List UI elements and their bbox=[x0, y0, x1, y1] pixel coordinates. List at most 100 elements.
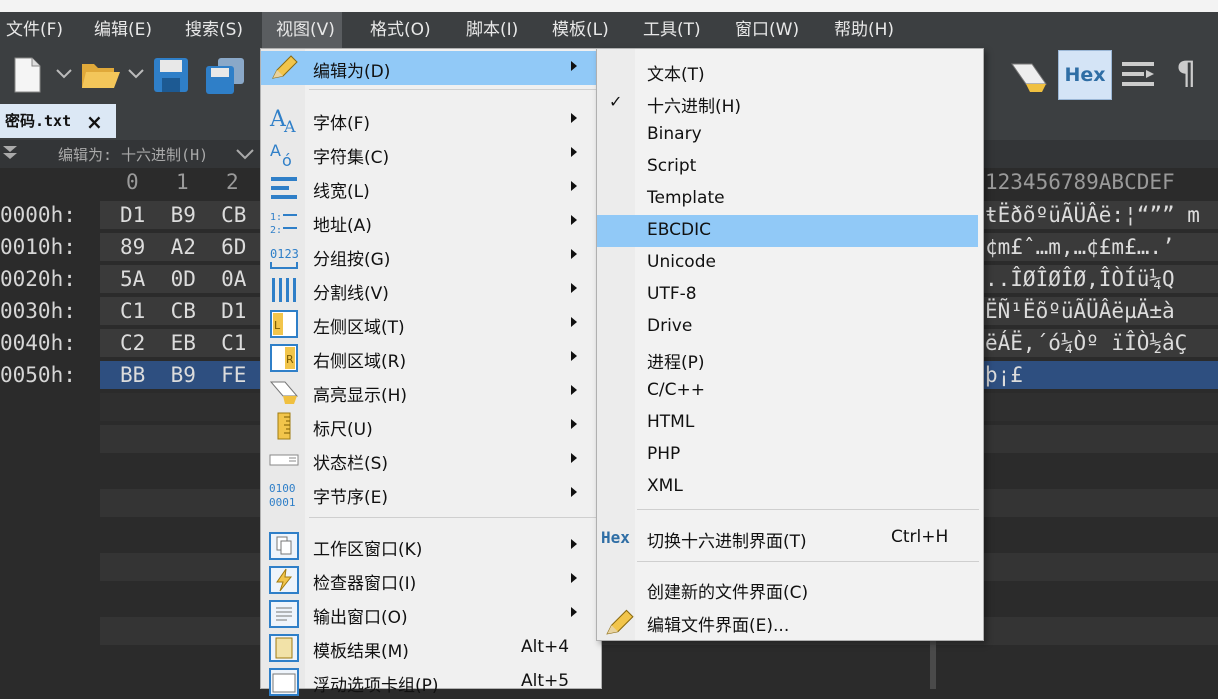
collapse-icon[interactable] bbox=[2, 144, 18, 162]
file-tab[interactable]: 密码.txt × bbox=[0, 104, 116, 138]
menu-item-label: 高亮显示(H) bbox=[313, 386, 408, 406]
view-menu-workspace[interactable]: 工作区窗口(K) bbox=[261, 529, 601, 563]
edit-as-ebcdic[interactable]: EBCDIC bbox=[597, 215, 978, 247]
toggle-hex-view[interactable]: Hex 切换十六进制界面(T) Ctrl+H bbox=[597, 522, 983, 554]
edit-as-utf8[interactable]: UTF-8 bbox=[597, 279, 983, 311]
pencil-icon bbox=[606, 609, 634, 635]
svg-text:ó: ó bbox=[282, 151, 292, 168]
menu-item-label: PHP bbox=[647, 444, 681, 464]
view-menu-charset[interactable]: Aó 字符集(C) bbox=[261, 137, 601, 171]
window-top-strip bbox=[0, 0, 1218, 12]
line-width-icon bbox=[271, 177, 297, 199]
view-menu-right-area[interactable]: R 右侧区域(R) bbox=[261, 341, 601, 375]
edit-as-unicode[interactable]: Unicode bbox=[597, 247, 983, 279]
save-all-icon[interactable] bbox=[204, 56, 246, 94]
submenu-arrow-icon bbox=[571, 249, 577, 259]
column-header: 1 bbox=[176, 170, 189, 194]
menu-item-label: 左侧区域(T) bbox=[313, 318, 405, 338]
close-icon[interactable]: × bbox=[86, 110, 103, 134]
view-menu-statusbar[interactable]: 状态栏(S) bbox=[261, 443, 601, 477]
view-menu-inspector[interactable]: 检查器窗口(I) bbox=[261, 563, 601, 597]
row-address: 0040h: bbox=[0, 331, 76, 355]
row-bytes[interactable]: C2 EB C1 bbox=[120, 331, 246, 355]
floating-tab-icon bbox=[269, 668, 299, 696]
edit-as-php[interactable]: PHP bbox=[597, 439, 983, 471]
highlight-icon[interactable] bbox=[1008, 58, 1050, 94]
menu-window[interactable]: 窗口(W) bbox=[729, 12, 805, 48]
row-bytes[interactable]: 5A 0D 0A bbox=[120, 267, 246, 291]
menu-tools[interactable]: 工具(T) bbox=[637, 12, 707, 48]
edit-as-script[interactable]: Script bbox=[597, 151, 983, 183]
row-ascii[interactable]: ËÑ¹ËõºüÃÜÂëµÄ±à bbox=[985, 299, 1175, 323]
row-ascii[interactable]: ŧËðõºüÃÜÂë:¦“”” m bbox=[985, 203, 1200, 227]
view-menu-highlight[interactable]: 高亮显示(H) bbox=[261, 375, 601, 409]
edit-as-drive[interactable]: Drive bbox=[597, 311, 983, 343]
view-menu-output[interactable]: 输出窗口(O) bbox=[261, 597, 601, 631]
right-area-icon: R bbox=[270, 344, 298, 372]
chevron-down-icon[interactable] bbox=[236, 148, 254, 160]
hex-toggle-button[interactable]: Hex bbox=[1058, 50, 1112, 100]
menu-item-label: 切换十六进制界面(T) bbox=[647, 532, 807, 552]
view-menu-group[interactable]: 0123 分组按(G) bbox=[261, 239, 601, 273]
view-menu-floating-tab[interactable]: 浮动选项卡组(P) Alt+5 bbox=[261, 665, 601, 699]
new-file-icon[interactable] bbox=[12, 56, 42, 94]
inspector-icon bbox=[269, 566, 299, 594]
menu-help[interactable]: 帮助(H) bbox=[828, 12, 900, 48]
row-ascii[interactable]: ëÁË,´ó¼Òº ïÎÒ½âÇ bbox=[985, 331, 1187, 355]
menu-item-label: 进程(P) bbox=[647, 353, 705, 373]
edit-as-xml[interactable]: XML bbox=[597, 471, 983, 503]
view-menu-byte-order[interactable]: 0100 0001 字节序(E) bbox=[261, 477, 601, 511]
edit-as-template[interactable]: Template bbox=[597, 183, 983, 215]
edit-as-cpp[interactable]: C/C++ bbox=[597, 375, 983, 407]
row-bytes[interactable]: 89 A2 6D bbox=[120, 235, 246, 259]
create-file-interface[interactable]: 创建新的文件界面(C) bbox=[597, 573, 983, 605]
edit-file-interface[interactable]: 编辑文件界面(E)... bbox=[597, 606, 983, 638]
row-bytes[interactable]: C1 CB D1 bbox=[120, 299, 246, 323]
view-menu-edit-as[interactable]: 编辑为(D) bbox=[261, 51, 601, 85]
edit-as-text[interactable]: 文本(T) bbox=[597, 55, 983, 87]
menu-item-label: UTF-8 bbox=[647, 284, 697, 304]
menu-edit[interactable]: 编辑(E) bbox=[88, 12, 158, 48]
edit-as-hex[interactable]: ✓ 十六进制(H) bbox=[597, 87, 983, 119]
menu-template[interactable]: 模板(L) bbox=[546, 12, 615, 48]
view-menu-line-width[interactable]: 线宽(L) bbox=[261, 171, 601, 205]
row-ascii[interactable]: ..ÎØÎØÎØ,ÎÒÍü¼Q bbox=[985, 267, 1175, 291]
pane-splitter[interactable] bbox=[930, 640, 936, 689]
view-menu-ruler[interactable]: 标尺(U) bbox=[261, 409, 601, 443]
menu-item-label: 输出窗口(O) bbox=[313, 608, 408, 628]
chevron-down-icon[interactable] bbox=[128, 68, 144, 80]
chevron-down-icon[interactable] bbox=[56, 68, 72, 80]
view-menu-address[interactable]: 1: 2: 地址(A) bbox=[261, 205, 601, 239]
row-bytes[interactable]: D1 B9 CB bbox=[120, 203, 246, 227]
charset-icon: Aó bbox=[270, 141, 292, 168]
menu-shortcut: Ctrl+H bbox=[891, 527, 949, 547]
hex-icon: Hex bbox=[601, 528, 630, 547]
pilcrow-icon[interactable]: ¶ bbox=[1176, 54, 1196, 92]
edit-as-html[interactable]: HTML bbox=[597, 407, 983, 439]
menu-file[interactable]: 文件(F) bbox=[0, 12, 69, 48]
row-bytes[interactable]: BB B9 FE bbox=[120, 363, 246, 387]
menu-format[interactable]: 格式(O) bbox=[364, 12, 437, 48]
svg-text:2:: 2: bbox=[270, 225, 282, 236]
menu-item-label: 检查器窗口(I) bbox=[313, 574, 417, 594]
view-menu-font[interactable]: AA 字体(F) bbox=[261, 103, 601, 137]
edit-as-binary[interactable]: Binary bbox=[597, 119, 983, 151]
column-header: 2 bbox=[226, 170, 239, 194]
row-address: 0030h: bbox=[0, 299, 76, 323]
view-menu-template-results[interactable]: 模板结果(M) Alt+4 bbox=[261, 631, 601, 665]
open-folder-icon[interactable] bbox=[80, 58, 122, 92]
output-icon bbox=[269, 600, 299, 628]
line-width-icon[interactable] bbox=[1120, 58, 1156, 94]
row-ascii[interactable]: þ¡£ bbox=[985, 363, 1023, 387]
view-menu-divider[interactable]: 分割线(V) bbox=[261, 273, 601, 307]
row-ascii[interactable]: ¢m£ˆ…m,…¢£m£….’ bbox=[985, 235, 1175, 259]
edit-as-process[interactable]: 进程(P) bbox=[597, 343, 983, 375]
menu-view[interactable]: 视图(V) bbox=[262, 12, 342, 48]
view-menu-left-area[interactable]: L 左侧区域(T) bbox=[261, 307, 601, 341]
menu-item-label: 地址(A) bbox=[313, 216, 372, 236]
edit-as-label[interactable]: 编辑为: 十六进制(H) bbox=[58, 144, 208, 165]
menu-script[interactable]: 脚本(I) bbox=[460, 12, 524, 48]
save-icon[interactable] bbox=[152, 56, 190, 94]
menu-search[interactable]: 搜索(S) bbox=[179, 12, 249, 48]
menu-item-label: 线宽(L) bbox=[313, 182, 370, 202]
